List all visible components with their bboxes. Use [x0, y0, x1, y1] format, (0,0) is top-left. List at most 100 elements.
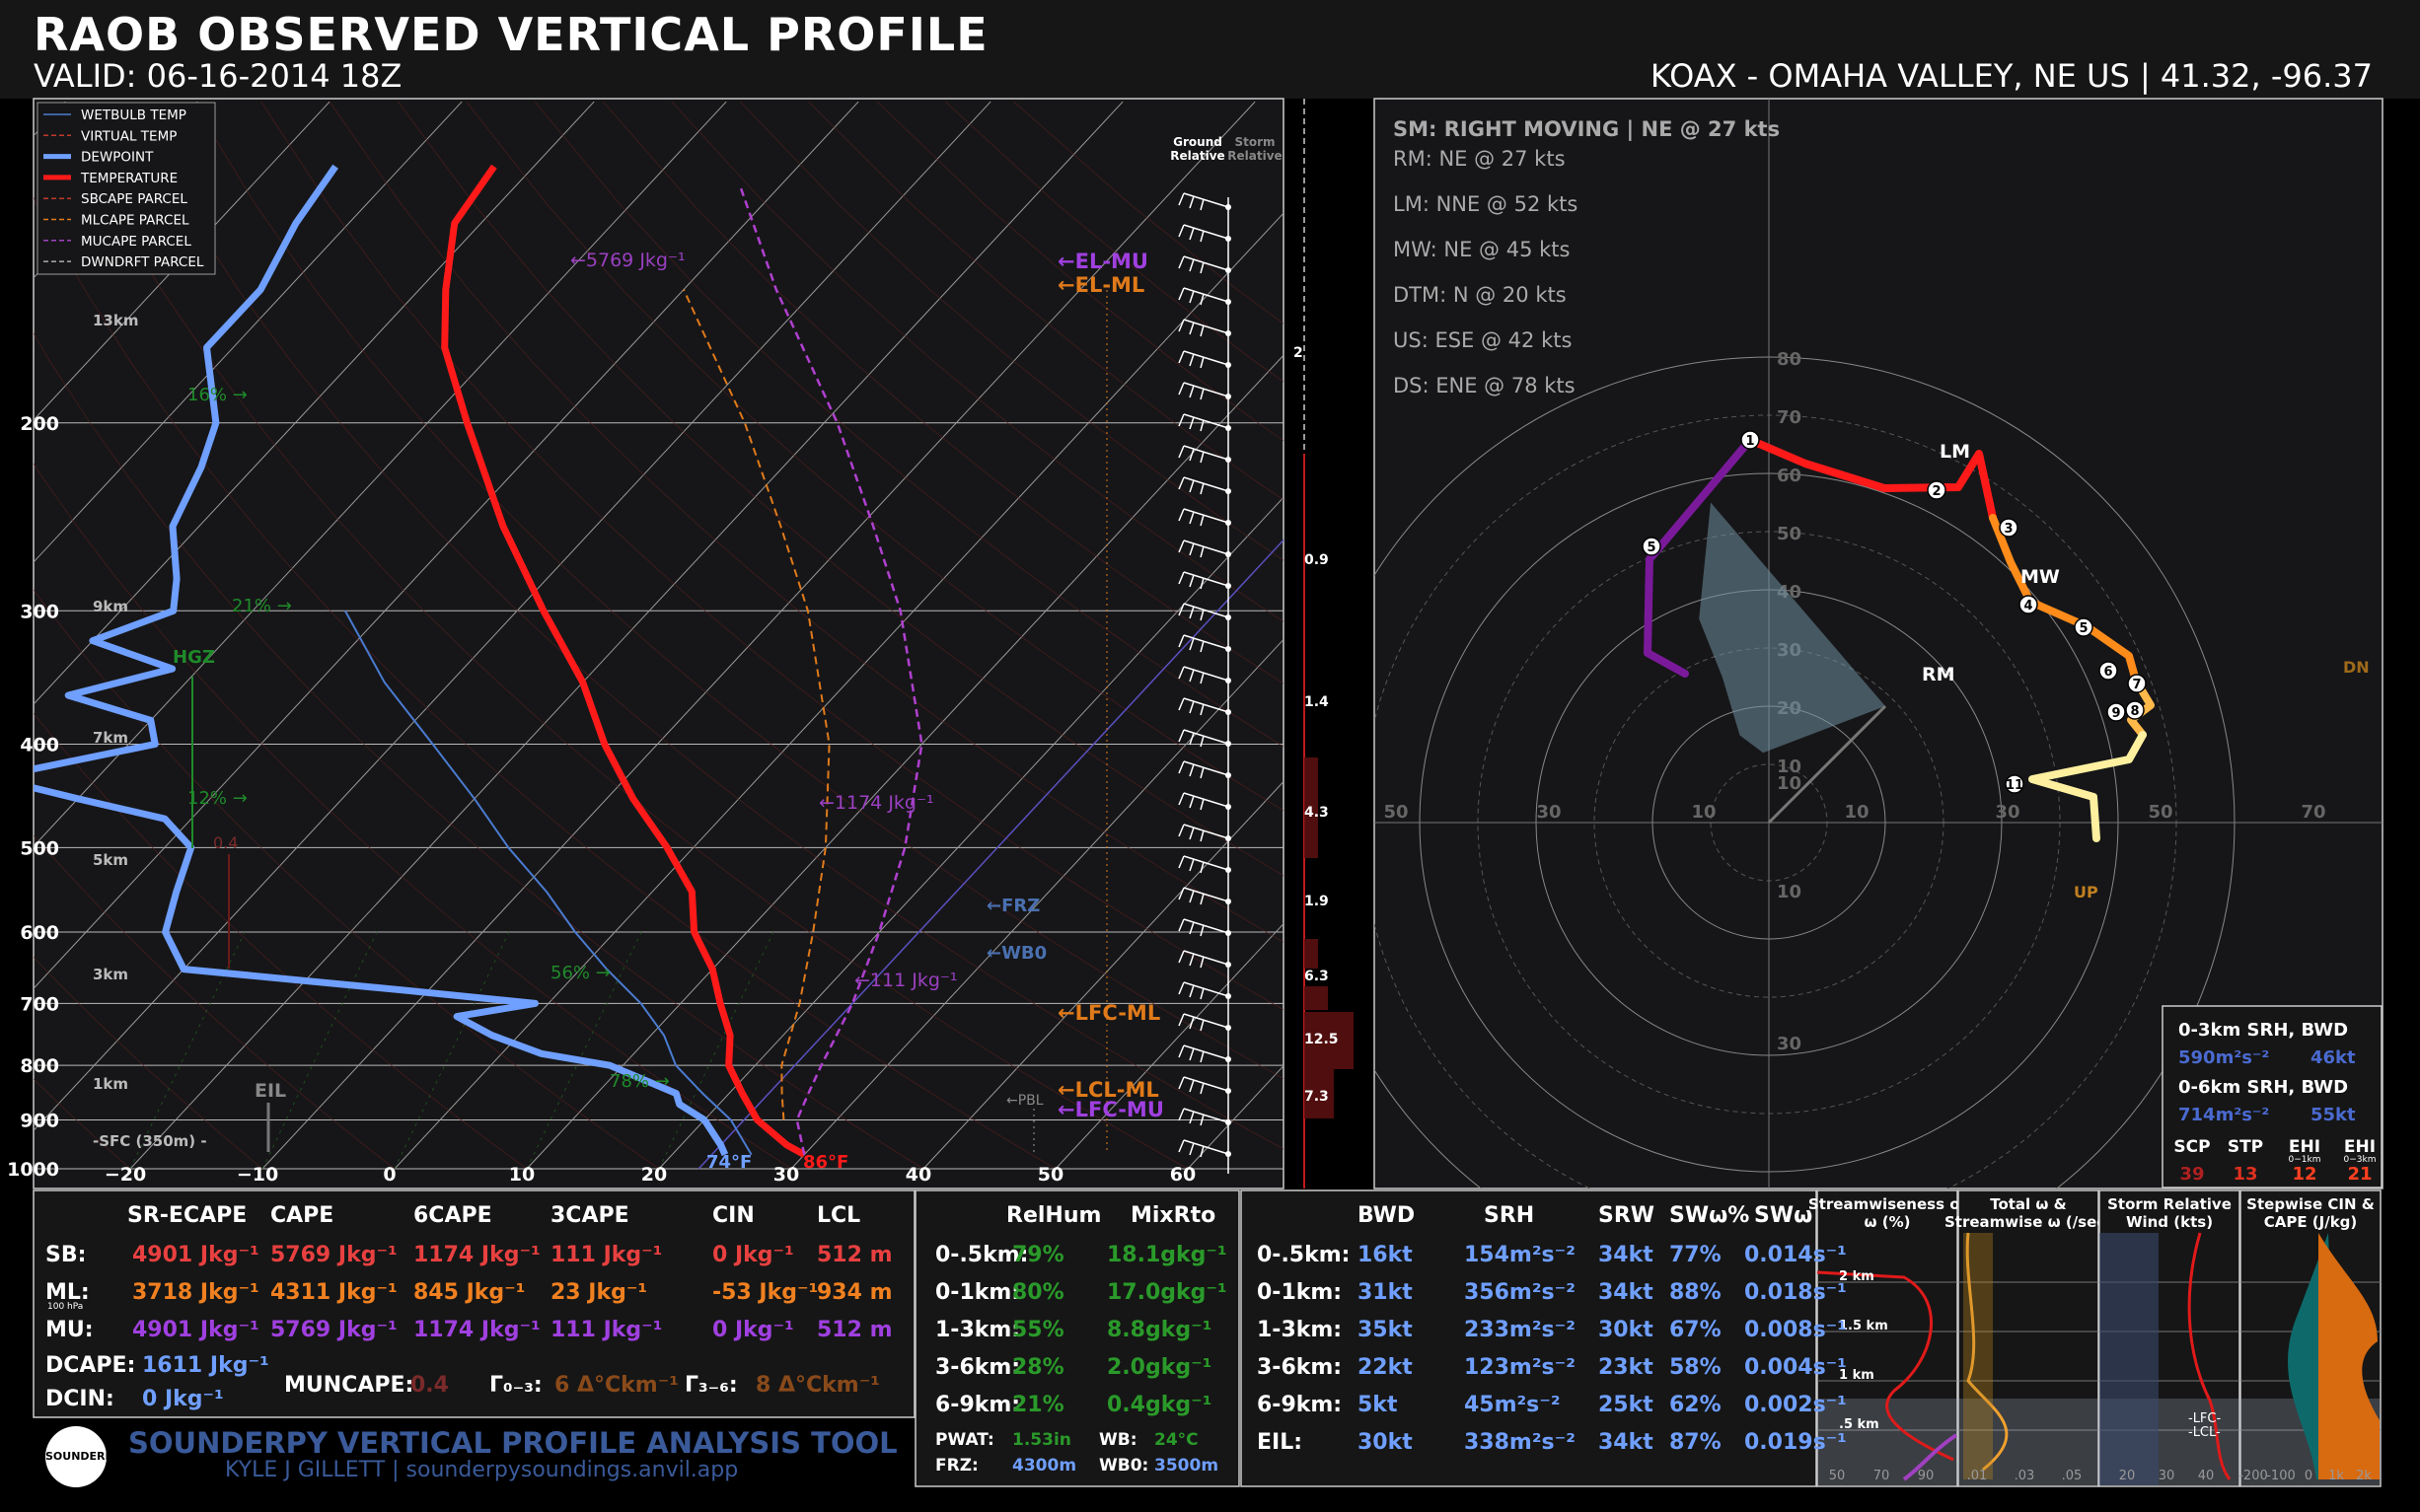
index-value: 13	[2233, 1164, 2257, 1185]
mini-omega-fill	[1963, 1233, 1993, 1479]
temp-tick: −10	[237, 1164, 278, 1186]
muncape-value: 0.4	[410, 1373, 449, 1398]
el-mu-label: ←EL-MU	[1058, 250, 1148, 273]
storm-relative-label: Storm	[1234, 135, 1275, 149]
kin-row-label: EIL:	[1257, 1430, 1303, 1455]
hodo-point-label: 3	[2004, 522, 2013, 537]
hodo-point-label: 6	[2103, 665, 2112, 680]
kin-cell: 0.008s⁻¹	[1744, 1318, 1847, 1342]
mini-panel-title: Wind (kts)	[2126, 1213, 2213, 1231]
index-label: SCP	[2173, 1137, 2210, 1157]
index-label: EHI	[2344, 1137, 2376, 1157]
legend-label: TEMPERATURE	[80, 171, 178, 186]
lapse-36-label: Γ₃₋₆:	[685, 1373, 738, 1398]
height-tick: 5km	[93, 851, 128, 869]
kin-header-0: BWD	[1357, 1203, 1416, 1228]
kin-cell: 25kt	[1598, 1393, 1653, 1417]
lapse-03-label: Γ₀₋₃:	[489, 1373, 543, 1398]
bar-value: 12.5	[1304, 1032, 1339, 1047]
moisture-header-0: RelHum	[1006, 1203, 1102, 1228]
mini-x4-tick: -100	[2266, 1469, 2296, 1483]
thermo-cell: 0 Jkg⁻¹	[712, 1243, 794, 1267]
hodo-point-label: 2	[1932, 484, 1941, 499]
moisture-cell: 8.8gkg⁻¹	[1107, 1318, 1212, 1342]
hodo-ring-label: 80	[1777, 349, 1801, 370]
hodo-ring-label: 10	[1777, 882, 1801, 902]
moisture-cell: 0-1km:	[935, 1280, 1021, 1305]
dcin-value: 0 Jkg⁻¹	[142, 1387, 224, 1411]
legend-label: DEWPOINT	[81, 150, 154, 166]
thermo-cell: 934 m	[817, 1280, 893, 1305]
bar-value: 4.3	[1304, 805, 1329, 821]
kin-cell: 30kt	[1598, 1318, 1653, 1342]
moisture-cell: 0.4gkg⁻¹	[1107, 1393, 1212, 1417]
kin-row-label: 0-.5km:	[1257, 1243, 1351, 1267]
moisture-cell: 2.0gkg⁻¹	[1107, 1355, 1212, 1380]
mini-x4-tick: 0	[2305, 1469, 2312, 1483]
dcape-label: DCAPE:	[45, 1353, 136, 1378]
thermo-header-0: SR-ECAPE	[127, 1203, 248, 1228]
mini-x3-tick: 30	[2159, 1469, 2175, 1483]
dcape-value: 1611 Jkg⁻¹	[142, 1353, 269, 1378]
hodo-axis-label: 50	[1383, 802, 1408, 823]
temp-tick: 20	[641, 1164, 667, 1186]
storm-motion-entry: DS: ENE @ 78 kts	[1393, 374, 1576, 397]
muncape-label: MUNCAPE:	[284, 1373, 414, 1398]
moisture-cell: 28%	[1012, 1355, 1064, 1380]
index-label: EHI	[2289, 1137, 2320, 1157]
height-tick: 1km	[93, 1075, 128, 1093]
thermo-cell: 1174 Jkg⁻¹	[413, 1318, 541, 1342]
moisture-header-1: MixRto	[1131, 1203, 1216, 1228]
moisture-cell: 55%	[1012, 1318, 1064, 1342]
moisture-cell: 1-3km:	[935, 1318, 1021, 1342]
pressure-tick: 600	[20, 922, 59, 944]
kin-cell: 45m²s⁻²	[1464, 1393, 1561, 1417]
storm-motion-title: SM: RIGHT MOVING | NE @ 27 kts	[1393, 117, 1780, 142]
storm-motion-entry: RM: NE @ 27 kts	[1393, 147, 1566, 171]
kin-cell: 0.018s⁻¹	[1744, 1280, 1847, 1305]
mini-x1-tick: 50	[1829, 1469, 1846, 1483]
pressure-tick: 1000	[7, 1159, 59, 1181]
index-value: 12	[2292, 1164, 2316, 1185]
eil-label: EIL	[255, 1080, 286, 1102]
ground-relative-label: Ground	[1173, 135, 1222, 149]
wb0-label: ←WB0	[987, 943, 1047, 964]
kin-cell: 22kt	[1357, 1355, 1413, 1380]
srh03-label: 0-3km SRH, BWD	[2178, 1020, 2348, 1041]
dn-marker: DN	[2343, 658, 2370, 677]
mini-panel-title: Storm Relative	[2107, 1195, 2232, 1213]
cape-label: ←111 Jkg⁻¹	[854, 970, 958, 991]
mini-lfc-label: -LFC-	[2188, 1411, 2221, 1426]
hodo-axis-label: 10	[1691, 802, 1716, 823]
mini-x2-tick: .05	[2062, 1469, 2083, 1483]
kin-cell: 67%	[1669, 1318, 1722, 1342]
rh-label: 21% →	[232, 596, 292, 616]
thermo-cell: 845 Jkg⁻¹	[413, 1280, 526, 1305]
frz-label: FRZ:	[935, 1456, 979, 1476]
frz-value: 4300m	[1012, 1456, 1077, 1476]
hodo-point-label: 8	[2130, 704, 2139, 719]
kin-cell: 88%	[1669, 1280, 1722, 1305]
thermo-cell: 0 Jkg⁻¹	[712, 1318, 794, 1342]
dcin-label: DCIN:	[45, 1387, 114, 1411]
hgz-label: HGZ	[173, 647, 215, 668]
kin-header-3: SWω%	[1669, 1203, 1750, 1228]
rh-label: 12% →	[187, 788, 248, 809]
sfc-dewpoint: 74°F	[706, 1152, 752, 1173]
thermo-row-label: SB:	[45, 1243, 87, 1267]
height-tick: 7km	[93, 729, 128, 747]
up-marker: UP	[2074, 883, 2098, 901]
hodo-point-label: 7	[2132, 678, 2141, 692]
thermo-cell: -53 Jkg⁻¹	[712, 1280, 819, 1305]
moisture-cell: 80%	[1012, 1280, 1064, 1305]
index-value: 21	[2347, 1164, 2372, 1185]
thermo-cell: 111 Jkg⁻¹	[550, 1243, 663, 1267]
mini-note: 0.4	[213, 833, 238, 852]
bar-value: 1.4	[1304, 694, 1329, 710]
srh06-value: 714m²s⁻²	[2178, 1105, 2269, 1125]
storm-motion-entry: MW: NE @ 45 kts	[1393, 238, 1570, 261]
moisture-cell: 17.0gkg⁻¹	[1107, 1280, 1227, 1305]
thermo-cell: 4901 Jkg⁻¹	[132, 1243, 259, 1267]
thermo-cell: 512 m	[817, 1318, 893, 1342]
bar-segment	[1304, 986, 1328, 1010]
